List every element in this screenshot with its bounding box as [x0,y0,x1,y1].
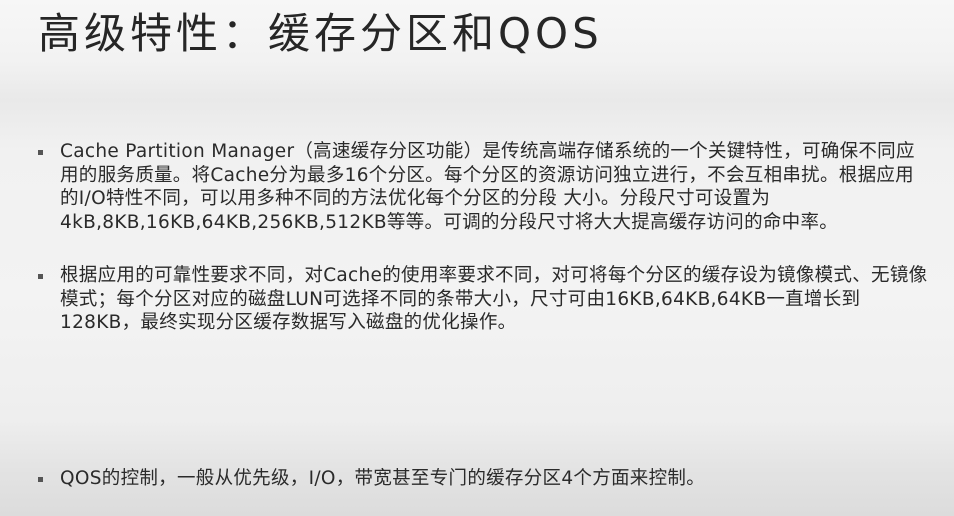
bullet-text: Cache Partition Manager（高速缓存分区功能）是传统高端存储… [60,141,915,233]
slide-title: 高级特性：缓存分区和QOS [38,9,603,58]
bullet-square-icon [38,150,43,155]
bullet-square-icon [38,477,43,482]
bullet-square-icon [38,274,43,279]
slide: 高级特性：缓存分区和QOS Cache Partition Manager（高速… [0,0,954,516]
bullet-list: Cache Partition Manager（高速缓存分区功能）是传统高端存储… [32,140,932,489]
bullet-item: QOS的控制，一般从优先级，I/O，带宽甚至专门的缓存分区4个方面来控制。 [32,467,932,491]
bullet-text: 根据应用的可靠性要求不同，对Cache的使用率要求不同，对可将每个分区的缓存设为… [60,265,928,333]
bullet-item: 根据应用的可靠性要求不同，对Cache的使用率要求不同，对可将每个分区的缓存设为… [32,264,932,335]
bullet-text: QOS的控制，一般从优先级，I/O，带宽甚至专门的缓存分区4个方面来控制。 [60,468,705,489]
bullet-item: Cache Partition Manager（高速缓存分区功能）是传统高端存储… [32,140,932,234]
